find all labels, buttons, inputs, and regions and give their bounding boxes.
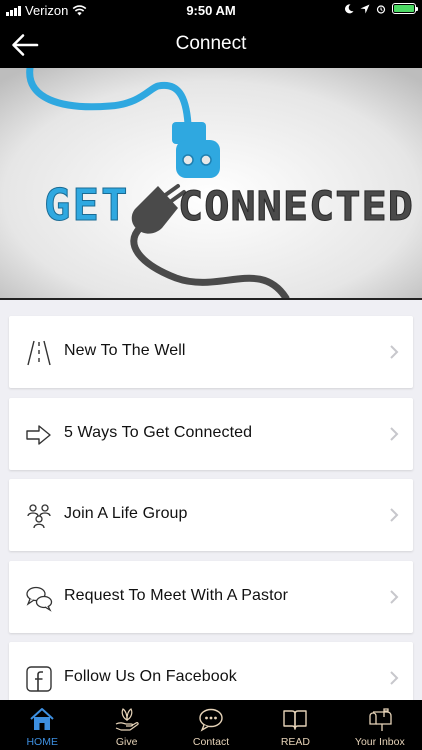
tab-label: READ: [280, 736, 311, 748]
menu-item-meet-pastor[interactable]: Request To Meet With A Pastor: [9, 561, 413, 633]
menu-item-new-to-the-well[interactable]: New To The Well: [9, 316, 413, 388]
home-icon: [30, 708, 54, 730]
hero-text-get: GET: [44, 180, 129, 231]
menu-item-label: New To The Well: [64, 342, 186, 359]
tab-home[interactable]: HOME: [0, 700, 84, 750]
contact-icon: [199, 708, 223, 732]
menu-item-label: 5 Ways To Get Connected: [64, 424, 253, 441]
chevron-right-icon: [390, 590, 399, 604]
facebook-icon: [26, 666, 52, 692]
alarm-icon: [376, 4, 386, 14]
tab-inbox[interactable]: Your Inbox: [338, 700, 422, 750]
menu-item-label: Follow Us On Facebook: [64, 668, 237, 685]
book-icon: [283, 710, 308, 730]
chevron-right-icon: [390, 508, 399, 522]
chevron-right-icon: [390, 427, 399, 441]
battery-icon: [392, 3, 418, 14]
location-arrow-icon: [360, 4, 370, 13]
chevron-right-icon: [390, 671, 399, 685]
tab-label: Give: [115, 736, 138, 748]
status-right: [344, 3, 418, 14]
tab-label: Your Inbox: [354, 736, 405, 748]
hero-banner: GET CONNECTED: [0, 68, 422, 300]
moon-icon: [345, 3, 354, 13]
tab-label: HOME: [26, 736, 58, 748]
screen: Verizon 9:50 AM Connect GET CONNECTED Ne…: [0, 0, 422, 750]
tab-contact[interactable]: Contact: [169, 700, 253, 750]
get-connected-banner: GET CONNECTED: [0, 68, 422, 298]
mailbox-icon: [369, 708, 392, 731]
chat-bubbles-icon: [26, 586, 53, 612]
hero-text-connected: CONNECTED: [178, 184, 414, 230]
menu-item-life-group[interactable]: Join A Life Group: [9, 479, 413, 551]
tab-bar: HOME Give Contact READ Your Inbox: [0, 700, 422, 750]
tab-label: Contact: [192, 736, 230, 748]
tab-read[interactable]: READ: [253, 700, 337, 750]
tab-give[interactable]: Give: [84, 700, 168, 750]
status-bar: Verizon 9:50 AM: [0, 0, 422, 22]
people-group-icon: [27, 504, 51, 529]
menu-item-5-ways[interactable]: 5 Ways To Get Connected: [9, 398, 413, 470]
road-icon: [27, 340, 51, 366]
give-icon: [115, 708, 139, 731]
menu-item-label: Join A Life Group: [64, 505, 188, 522]
chevron-right-icon: [390, 345, 399, 359]
nav-bar: Connect: [0, 22, 422, 68]
menu-item-label: Request To Meet With A Pastor: [64, 587, 289, 604]
arrow-right-icon: [26, 425, 51, 445]
page-title: Connect: [175, 33, 247, 54]
